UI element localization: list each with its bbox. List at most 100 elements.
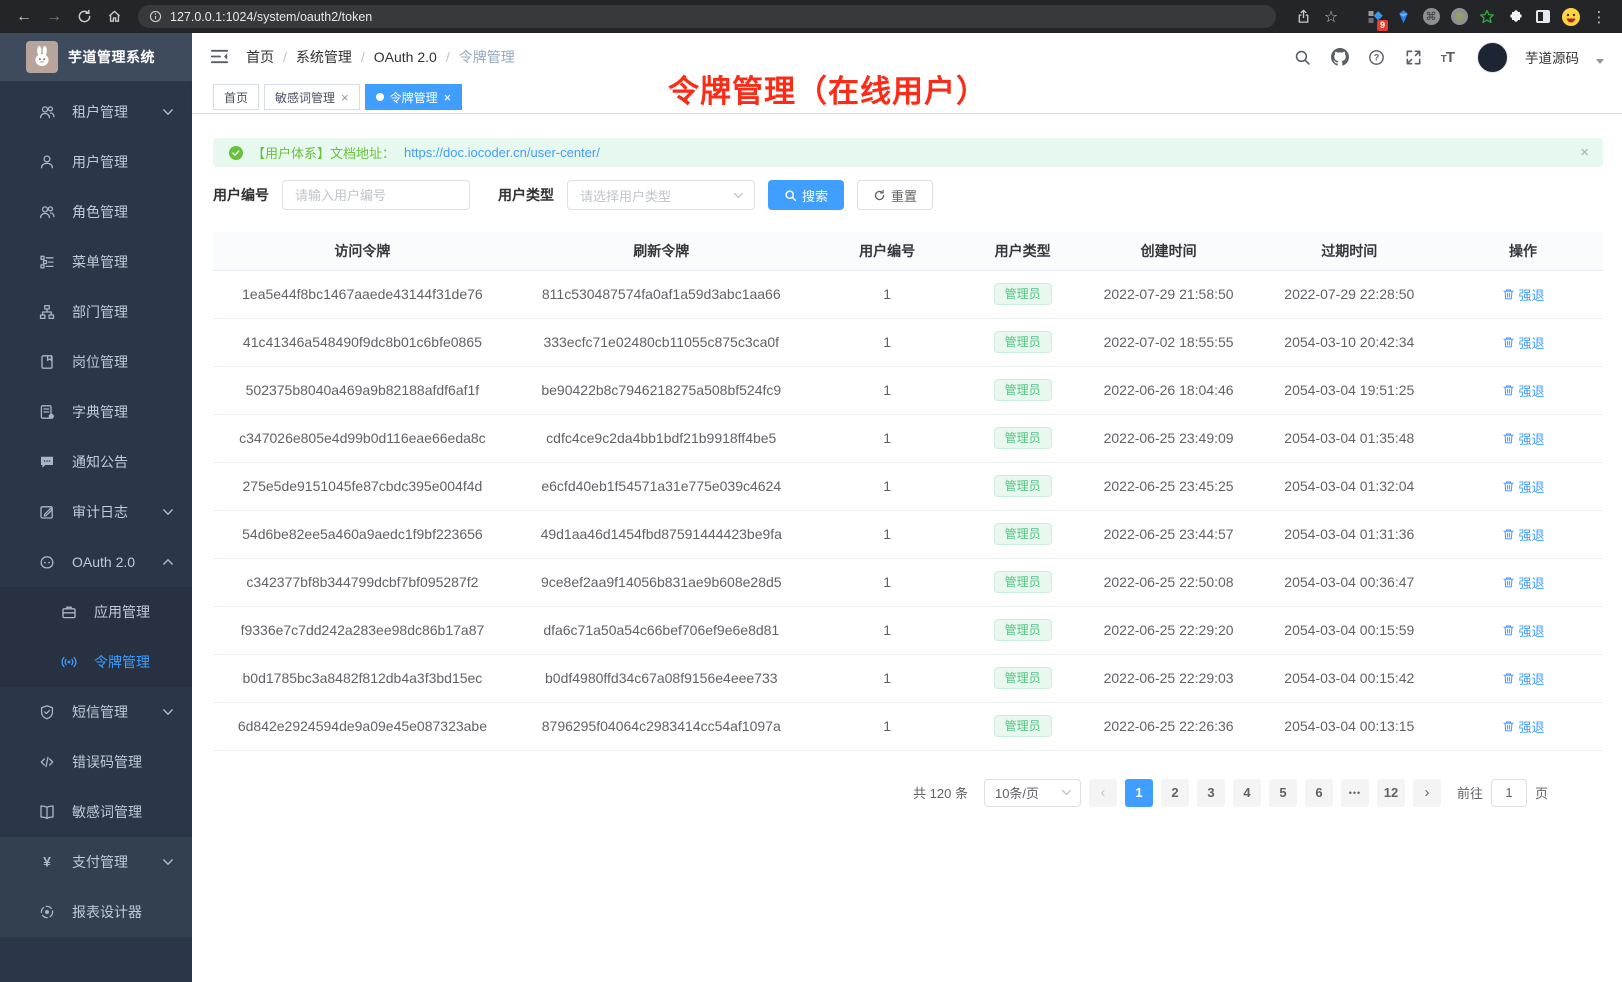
record-extension-icon[interactable]: [1448, 6, 1470, 28]
sidebar-item-tenant[interactable]: 租户管理: [0, 87, 192, 137]
page-button-4[interactable]: 4: [1233, 779, 1261, 807]
page-button-2[interactable]: 2: [1161, 779, 1189, 807]
page-button-12[interactable]: 12: [1377, 779, 1405, 807]
search-button[interactable]: 搜索: [768, 180, 844, 210]
force-logout-button[interactable]: 强退: [1502, 525, 1545, 544]
address-bar[interactable]: 127.0.0.1:1024/system/oauth2/token: [138, 5, 1276, 28]
trash-icon: [1502, 624, 1515, 637]
sidebar-item-token[interactable]: 令牌管理: [0, 637, 192, 687]
action-cell: 强退: [1443, 510, 1603, 558]
trash-icon: [1502, 384, 1515, 397]
user-menu-caret-icon[interactable]: [1596, 59, 1604, 64]
app-icon: [60, 604, 77, 621]
page-button-1[interactable]: 1: [1125, 779, 1153, 807]
password-extension-icon[interactable]: 9: [1364, 6, 1386, 28]
sidebar-item-label: 字典管理: [72, 402, 176, 422]
user-avatar[interactable]: [1477, 42, 1508, 73]
user-type-cell: 管理员: [964, 654, 1082, 702]
close-icon[interactable]: ×: [341, 91, 349, 104]
user-type-select[interactable]: 请选择用户类型: [567, 180, 755, 210]
top-navbar: 首页/系统管理/OAuth 2.0/令牌管理 ? TT 芋道源码: [192, 33, 1622, 81]
force-logout-button[interactable]: 强退: [1502, 717, 1545, 736]
force-logout-button[interactable]: 强退: [1502, 333, 1545, 352]
next-page-button[interactable]: ›: [1413, 779, 1441, 807]
breadcrumb-item[interactable]: OAuth 2.0: [374, 49, 437, 65]
browser-home-icon[interactable]: [102, 5, 126, 29]
sidebar-item-label: 报表设计器: [72, 902, 176, 922]
sidebar-item-dept[interactable]: 部门管理: [0, 287, 192, 337]
sidebar-item-report[interactable]: 报表设计器: [0, 887, 192, 937]
user-id-cell: 1: [811, 606, 964, 654]
sidebar-item-notice[interactable]: 通知公告: [0, 437, 192, 487]
user-id-cell: 1: [811, 510, 964, 558]
column-header: 用户编号: [811, 232, 964, 270]
page-size-select[interactable]: 10条/页: [984, 779, 1081, 807]
sidebar-item-user[interactable]: 用户管理: [0, 137, 192, 187]
github-icon[interactable]: [1330, 47, 1350, 67]
sidebar-item-menu[interactable]: 菜单管理: [0, 237, 192, 287]
browser-menu-icon[interactable]: ⋮: [1588, 6, 1610, 28]
green-star-extension-icon[interactable]: [1476, 6, 1498, 28]
help-icon[interactable]: ?: [1367, 47, 1387, 67]
browser-back-icon[interactable]: ←: [12, 5, 36, 29]
force-logout-button[interactable]: 强退: [1502, 573, 1545, 592]
app-logo[interactable]: 芋道管理系统: [0, 33, 192, 81]
extensions-puzzle-icon[interactable]: [1504, 6, 1526, 28]
command-extension-icon[interactable]: ⌘: [1420, 6, 1442, 28]
font-size-icon[interactable]: TT: [1441, 49, 1454, 66]
close-icon[interactable]: ×: [444, 91, 452, 104]
collapse-sidebar-icon[interactable]: [210, 47, 230, 67]
bookmark-star-icon[interactable]: ☆: [1320, 6, 1342, 28]
url-text[interactable]: 127.0.0.1:1024/system/oauth2/token: [170, 10, 372, 24]
breadcrumb-separator: /: [283, 49, 287, 65]
sidebar-item-oauth-app[interactable]: 应用管理: [0, 587, 192, 637]
user-type-cell: 管理员: [964, 414, 1082, 462]
sidebar-item-dict[interactable]: 字典管理: [0, 387, 192, 437]
split-view-icon[interactable]: [1532, 6, 1554, 28]
site-info-icon[interactable]: [149, 10, 162, 23]
diamond-extension-icon[interactable]: [1392, 6, 1414, 28]
force-logout-button[interactable]: 强退: [1502, 285, 1545, 304]
table-row: f9336e7c7dd242a283ee98dc86b17a87dfa6c71a…: [213, 606, 1603, 654]
page-button-3[interactable]: 3: [1197, 779, 1225, 807]
success-check-icon: [229, 146, 243, 160]
refresh-token-cell: dfa6c71a50a54c66bef706ef9e6e8d81: [512, 606, 811, 654]
pager-more-button[interactable]: •••: [1341, 779, 1369, 807]
sidebar-item-sms[interactable]: 短信管理: [0, 687, 192, 737]
sidebar-item-post[interactable]: 岗位管理: [0, 337, 192, 387]
force-logout-button[interactable]: 强退: [1502, 381, 1545, 400]
sidebar-item-oauth2[interactable]: OAuth 2.0: [0, 537, 192, 587]
sidebar: 芋道管理系统 租户管理用户管理角色管理菜单管理部门管理岗位管理字典管理通知公告审…: [0, 33, 192, 982]
breadcrumb-item[interactable]: 系统管理: [296, 47, 352, 67]
force-logout-button[interactable]: 强退: [1502, 477, 1545, 496]
username-text[interactable]: 芋道源码: [1525, 47, 1579, 67]
force-logout-button[interactable]: 强退: [1502, 621, 1545, 640]
sidebar-item-errcode[interactable]: 错误码管理: [0, 737, 192, 787]
search-icon[interactable]: [1293, 47, 1313, 67]
user-id-input[interactable]: [282, 180, 470, 210]
user-type-label: 用户类型: [498, 185, 554, 205]
breadcrumb-item[interactable]: 首页: [246, 47, 274, 67]
profile-avatar-icon[interactable]: [1560, 6, 1582, 28]
force-logout-button[interactable]: 强退: [1502, 429, 1545, 448]
prev-page-button[interactable]: ‹: [1089, 779, 1117, 807]
sidebar-item-sensitive[interactable]: 敏感词管理: [0, 787, 192, 837]
browser-forward-icon[interactable]: →: [42, 5, 66, 29]
page-button-5[interactable]: 5: [1269, 779, 1297, 807]
user-type-cell: 管理员: [964, 510, 1082, 558]
reset-button[interactable]: 重置: [857, 180, 933, 210]
browser-reload-icon[interactable]: [72, 5, 96, 29]
tab-首页[interactable]: 首页: [213, 84, 259, 110]
sidebar-item-role[interactable]: 角色管理: [0, 187, 192, 237]
goto-page-input[interactable]: [1491, 779, 1527, 807]
force-logout-button[interactable]: 强退: [1502, 669, 1545, 688]
sidebar-item-pay[interactable]: ¥支付管理: [0, 837, 192, 887]
share-icon[interactable]: [1292, 6, 1314, 28]
doc-link[interactable]: https://doc.iocoder.cn/user-center/: [404, 145, 600, 160]
page-button-6[interactable]: 6: [1305, 779, 1333, 807]
sidebar-item-audit[interactable]: 审计日志: [0, 487, 192, 537]
tab-令牌管理[interactable]: 令牌管理×: [365, 84, 463, 110]
fullscreen-icon[interactable]: [1404, 47, 1424, 67]
alert-close-icon[interactable]: ×: [1580, 144, 1589, 161]
tab-敏感词管理[interactable]: 敏感词管理×: [264, 84, 360, 110]
